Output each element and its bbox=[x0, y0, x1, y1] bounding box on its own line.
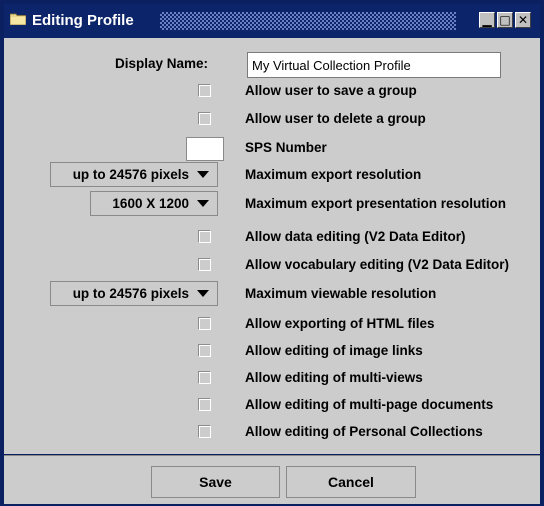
maximize-button[interactable]: □ bbox=[497, 12, 513, 28]
sps-number-input[interactable] bbox=[186, 137, 224, 161]
max-presentation-resolution-value: 1600 X 1200 bbox=[112, 196, 189, 211]
allow-image-links-label: Allow editing of image links bbox=[245, 343, 423, 358]
allow-personal-collections-checkbox[interactable] bbox=[198, 425, 211, 438]
allow-vocabulary-editing-label: Allow vocabulary editing (V2 Data Editor… bbox=[245, 257, 510, 272]
max-export-resolution-value: up to 24576 pixels bbox=[72, 167, 189, 182]
display-name-label: Display Name: bbox=[115, 56, 209, 71]
max-export-resolution-dropdown[interactable]: up to 24576 pixels bbox=[50, 162, 218, 187]
max-viewable-resolution-value: up to 24576 pixels bbox=[72, 286, 189, 301]
cancel-button[interactable]: Cancel bbox=[286, 466, 416, 498]
max-export-resolution-label: Maximum export resolution bbox=[245, 167, 422, 182]
allow-multi-views-label: Allow editing of multi-views bbox=[245, 370, 423, 385]
title-bar-pattern bbox=[160, 12, 456, 30]
max-presentation-resolution-dropdown[interactable]: 1600 X 1200 bbox=[90, 191, 218, 216]
close-button[interactable]: ✕ bbox=[515, 12, 531, 28]
title-bar[interactable]: Editing Profile ▁ □ ✕ bbox=[4, 4, 540, 38]
allow-data-editing-label: Allow data editing (V2 Data Editor) bbox=[245, 229, 466, 244]
minimize-icon: ▁ bbox=[482, 13, 492, 27]
max-viewable-resolution-label: Maximum viewable resolution bbox=[245, 286, 437, 301]
maximize-icon: □ bbox=[499, 13, 511, 27]
allow-multi-page-checkbox[interactable] bbox=[198, 398, 211, 411]
window-title: Editing Profile bbox=[32, 12, 134, 29]
save-button[interactable]: Save bbox=[151, 466, 280, 498]
allow-image-links-checkbox[interactable] bbox=[198, 344, 211, 357]
close-icon: ✕ bbox=[517, 13, 529, 27]
allow-delete-group-checkbox[interactable] bbox=[198, 112, 211, 125]
allow-vocabulary-editing-checkbox[interactable] bbox=[198, 258, 211, 271]
chevron-down-icon bbox=[197, 290, 209, 297]
display-name-input[interactable]: My Virtual Collection Profile bbox=[247, 52, 501, 78]
form-panel: Display Name: My Virtual Collection Prof… bbox=[4, 38, 540, 454]
button-bar: Save Cancel bbox=[4, 455, 540, 504]
max-presentation-resolution-label: Maximum export presentation resolution bbox=[245, 196, 507, 211]
allow-export-html-label: Allow exporting of HTML files bbox=[245, 316, 435, 331]
max-viewable-resolution-dropdown[interactable]: up to 24576 pixels bbox=[50, 281, 218, 306]
sps-number-label: SPS Number bbox=[245, 140, 327, 155]
allow-save-group-checkbox[interactable] bbox=[198, 84, 211, 97]
allow-multi-views-checkbox[interactable] bbox=[198, 371, 211, 384]
editing-profile-window: Editing Profile ▁ □ ✕ Display Name: My V… bbox=[0, 0, 544, 506]
chevron-down-icon bbox=[197, 171, 209, 178]
allow-save-group-label: Allow user to save a group bbox=[245, 83, 417, 98]
allow-export-html-checkbox[interactable] bbox=[198, 317, 211, 330]
allow-personal-collections-label: Allow editing of Personal Collections bbox=[245, 424, 483, 439]
allow-delete-group-label: Allow user to delete a group bbox=[245, 111, 426, 126]
minimize-button[interactable]: ▁ bbox=[479, 12, 495, 28]
folder-icon bbox=[10, 13, 26, 25]
allow-multi-page-label: Allow editing of multi-page documents bbox=[245, 397, 494, 412]
chevron-down-icon bbox=[197, 200, 209, 207]
allow-data-editing-checkbox[interactable] bbox=[198, 230, 211, 243]
